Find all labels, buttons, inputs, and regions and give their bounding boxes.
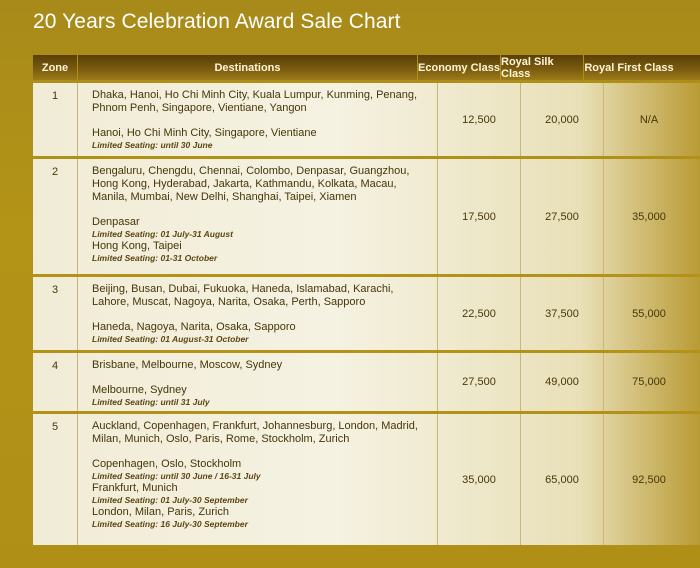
- destination-list: Bengaluru, Chengdu, Chennai, Colombo, De…: [92, 165, 410, 203]
- limited-cities: Melbourne, Sydney: [92, 384, 187, 396]
- destination-list: Beijing, Busan, Dubai, Fukuoka, Haneda, …: [92, 283, 394, 308]
- zone-cell: 3: [51, 284, 59, 296]
- header-royal-first: Royal First Class: [583, 55, 674, 80]
- royal-first-cell: 75,000: [603, 353, 694, 411]
- economy-cell: 35,000: [437, 414, 520, 545]
- limited-cities: London, Milan, Paris, Zurich: [92, 506, 229, 518]
- zone-cell: 5: [51, 421, 59, 433]
- royal-silk-cell: 49,000: [520, 353, 603, 411]
- limited-seating-note: Limited Seating: 01 August-31 October: [92, 334, 249, 344]
- royal-silk-cell: 37,500: [520, 277, 603, 350]
- limited-seating-note: Limited Seating: until 30 June / 16-31 J…: [92, 471, 261, 481]
- award-table: Zone Destinations Economy Class Royal Si…: [33, 55, 700, 545]
- header-royal-silk: Royal Silk Class: [500, 55, 583, 80]
- table-row: 2 Bengaluru, Chengdu, Chennai, Colombo, …: [33, 159, 700, 274]
- table-row: 4 Brisbane, Melbourne, Moscow, Sydney Me…: [33, 353, 700, 411]
- limited-seating-note: Limited Seating: 01-31 October: [92, 253, 218, 263]
- limited-cities: Denpasar: [92, 216, 140, 228]
- destination-list: Brisbane, Melbourne, Moscow, Sydney: [92, 359, 283, 371]
- award-chart-page: 20 Years Celebration Award Sale Chart Zo…: [0, 0, 700, 568]
- destinations-cell: Auckland, Copenhagen, Frankfurt, Johanne…: [77, 414, 437, 545]
- royal-silk-cell: 65,000: [520, 414, 603, 545]
- royal-first-cell: 92,500: [603, 414, 694, 545]
- destination-list: Auckland, Copenhagen, Frankfurt, Johanne…: [92, 420, 418, 445]
- royal-first-cell: 55,000: [603, 277, 694, 350]
- limited-seating-note: Limited Seating: 01 July-31 August: [92, 229, 233, 239]
- royal-silk-cell: 20,000: [520, 83, 603, 156]
- limited-seating-note: Limited Seating: until 31 July: [92, 397, 210, 407]
- destinations-cell: Beijing, Busan, Dubai, Fukuoka, Haneda, …: [77, 277, 437, 350]
- limited-cities: Copenhagen, Oslo, Stockholm: [92, 458, 242, 470]
- economy-cell: 22,500: [437, 277, 520, 350]
- limited-seating-note: Limited Seating: 16 July-30 September: [92, 519, 248, 529]
- table-row: 3 Beijing, Busan, Dubai, Fukuoka, Haneda…: [33, 277, 700, 350]
- royal-silk-cell: 27,500: [520, 159, 603, 274]
- header-economy: Economy Class: [417, 55, 500, 80]
- table-header: Zone Destinations Economy Class Royal Si…: [33, 55, 700, 80]
- page-title: 20 Years Celebration Award Sale Chart: [33, 10, 401, 33]
- limited-cities: Hong Kong, Taipei: [92, 240, 182, 252]
- destinations-cell: Dhaka, Hanoi, Ho Chi Minh City, Kuala Lu…: [77, 83, 437, 156]
- economy-cell: 12,500: [437, 83, 520, 156]
- economy-cell: 27,500: [437, 353, 520, 411]
- header-zone: Zone: [41, 61, 69, 74]
- destinations-cell: Brisbane, Melbourne, Moscow, Sydney Melb…: [77, 353, 437, 411]
- destinations-cell: Bengaluru, Chengdu, Chennai, Colombo, De…: [77, 159, 437, 274]
- header-destinations: Destinations: [77, 55, 417, 80]
- limited-cities: Hanoi, Ho Chi Minh City, Singapore, Vien…: [92, 127, 317, 139]
- table-row: 1 Dhaka, Hanoi, Ho Chi Minh City, Kuala …: [33, 83, 700, 156]
- limited-seating-note: Limited Seating: 01 July-30 September: [92, 495, 248, 505]
- economy-cell: 17,500: [437, 159, 520, 274]
- royal-first-cell: N/A: [603, 83, 694, 156]
- destination-list: Dhaka, Hanoi, Ho Chi Minh City, Kuala Lu…: [92, 89, 418, 114]
- limited-cities: Haneda, Nagoya, Narita, Osaka, Sapporo: [92, 321, 296, 333]
- zone-cell: 4: [51, 360, 59, 372]
- table-row: 5 Auckland, Copenhagen, Frankfurt, Johan…: [33, 414, 700, 545]
- zone-cell: 1: [51, 90, 59, 102]
- limited-seating-note: Limited Seating: until 30 June: [92, 140, 213, 150]
- limited-cities: Frankfurt, Munich: [92, 482, 178, 494]
- royal-first-cell: 35,000: [603, 159, 694, 274]
- zone-cell: 2: [51, 166, 59, 178]
